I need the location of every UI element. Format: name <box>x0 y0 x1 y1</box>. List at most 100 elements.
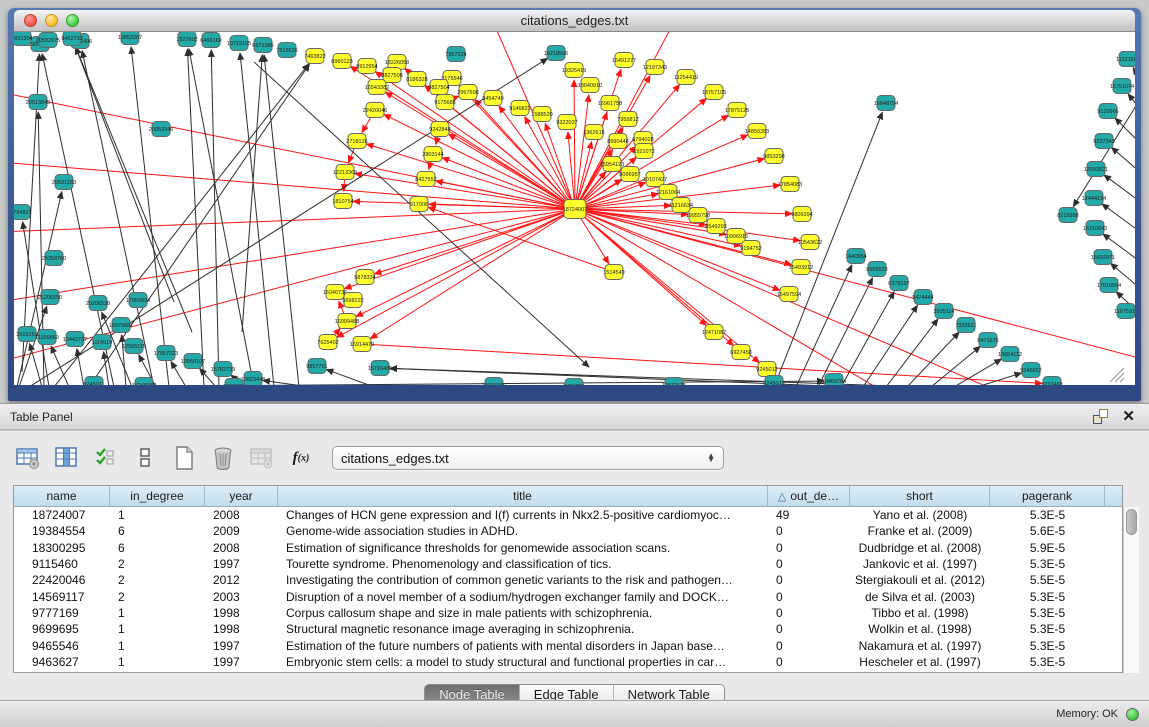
graph-node[interactable]: 12213369 <box>333 165 357 180</box>
graph-node[interactable]: 9194752 <box>740 241 761 256</box>
table-cell[interactable]: 1 <box>110 507 205 523</box>
table-cell[interactable]: 5.5E-5 <box>990 572 1105 588</box>
table-cell[interactable]: 1998 <box>205 621 278 637</box>
table-cell[interactable]: 2012 <box>205 572 278 588</box>
table-cell[interactable]: 9465546 <box>14 637 110 653</box>
graph-node[interactable]: 16782739 <box>211 362 235 377</box>
table-cell[interactable]: Embryonic stem cells: a model to study s… <box>278 654 768 670</box>
column-header-year[interactable]: year <box>205 486 278 506</box>
table-cell[interactable]: Genome-wide association studies in ADHD. <box>278 523 768 539</box>
table-cell[interactable]: 0 <box>768 556 850 572</box>
graph-node[interactable]: 15954123 <box>600 157 624 172</box>
graph-node[interactable]: 15716485 <box>368 361 392 376</box>
graph-node[interactable]: 20206528 <box>86 296 110 311</box>
table-cell[interactable]: 6 <box>110 540 205 556</box>
table-cell[interactable]: 1998 <box>205 605 278 621</box>
graph-node[interactable]: 9857791 <box>306 359 327 374</box>
graph-node[interactable]: 9322037 <box>556 115 577 130</box>
graph-node[interactable]: 7515526 <box>276 43 297 58</box>
table-cell[interactable]: 5.3E-5 <box>990 605 1105 621</box>
table-cell[interactable]: 1 <box>110 621 205 637</box>
graph-node[interactable]: 17854083 <box>778 177 802 192</box>
table-row[interactable]: 1456911722003Disruption of a novel membe… <box>14 588 1122 604</box>
table-cell[interactable]: 2 <box>110 588 205 604</box>
graph-node[interactable]: 5878334 <box>354 270 375 285</box>
table-cell[interactable]: 1997 <box>205 637 278 653</box>
table-cell[interactable]: 0 <box>768 540 850 556</box>
graph-node[interactable]: 12093821 <box>1084 162 1108 177</box>
select-rows-icon[interactable] <box>92 444 120 472</box>
table-row[interactable]: 911546021997Tourette syndrome. Phenomeno… <box>14 556 1122 572</box>
table-cell[interactable]: Estimation of the future numbers of pati… <box>278 637 768 653</box>
graph-node[interactable]: 25358760 <box>42 251 66 266</box>
table-cell[interactable]: 2003 <box>205 588 278 604</box>
graph-node[interactable]: 8186328 <box>406 72 427 87</box>
graph-node[interactable]: 12823448 <box>241 372 265 386</box>
new-file-icon[interactable] <box>170 444 198 472</box>
table-cell[interactable]: 14569117 <box>14 588 110 604</box>
graph-node[interactable]: 16543382 <box>365 80 389 95</box>
graph-node[interactable]: 5698222 <box>342 293 363 308</box>
graph-node[interactable]: 1831304 <box>14 32 33 46</box>
graph-node[interactable]: 8215958 <box>1057 208 1078 223</box>
graph-node[interactable]: 15751074 <box>1110 79 1134 94</box>
graph-node[interactable]: 9245013 <box>763 376 784 386</box>
graph-node[interactable]: 19955798 <box>686 208 710 223</box>
table-cell[interactable]: 0 <box>768 637 850 653</box>
table-cell[interactable]: 1997 <box>205 654 278 670</box>
table-cell[interactable]: 9699695 <box>14 621 110 637</box>
graph-node[interactable]: 1810754 <box>332 194 353 209</box>
table-cell[interactable]: 2 <box>110 572 205 588</box>
graph-node[interactable]: 7463822 <box>304 49 325 64</box>
graph-node[interactable]: 18640910 <box>578 78 602 93</box>
table-cell[interactable]: Yano et al. (2008) <box>850 507 990 523</box>
graph-node[interactable]: 8427552 <box>415 172 436 187</box>
graph-node[interactable]: 8096957 <box>619 167 640 182</box>
graph-node[interactable]: 7625402 <box>317 335 338 350</box>
graph-node[interactable]: 1114519 <box>92 335 113 350</box>
graph-node[interactable]: 15497594 <box>777 287 801 302</box>
scrollbar-thumb[interactable] <box>1126 509 1137 535</box>
close-panel-icon[interactable]: ✕ <box>1122 409 1135 424</box>
table-cell[interactable]: Corpus callosum shape and size in male p… <box>278 605 768 621</box>
graph-node[interactable]: 18316930 <box>482 378 506 386</box>
graph-node[interactable]: 10543622 <box>798 235 822 250</box>
graph-node[interactable]: 9461295 <box>563 379 584 386</box>
graph-node[interactable]: 9474444 <box>912 290 933 305</box>
graph-node[interactable]: 9245012 <box>756 362 777 377</box>
hub-node[interactable]: 18724007 <box>563 200 587 219</box>
graph-node[interactable]: 12197343 <box>643 60 667 75</box>
table-vertical-scrollbar[interactable] <box>1123 507 1139 673</box>
graph-node[interactable]: 1362615 <box>583 125 604 140</box>
table-settings-icon[interactable] <box>14 444 42 472</box>
graph-node[interactable]: 9462733 <box>61 32 82 46</box>
graph-node[interactable]: 8454749 <box>482 91 503 106</box>
graph-node[interactable]: 12444134 <box>1082 191 1106 206</box>
table-cell[interactable]: 1 <box>110 637 205 653</box>
graph-node[interactable]: 9129966 <box>1097 104 1118 119</box>
graph-node[interactable]: 8912954 <box>356 59 377 74</box>
table-cell[interactable]: 5.9E-5 <box>990 540 1105 556</box>
graph-node[interactable]: 10853287 <box>118 32 142 45</box>
graph-node[interactable]: 7957224 <box>445 47 466 62</box>
graph-node[interactable]: 9227343 <box>1093 134 1114 149</box>
graph-node[interactable]: 19975887 <box>109 318 133 333</box>
graph-node[interactable]: 1588520 <box>531 107 552 122</box>
minimize-window-button[interactable] <box>45 14 58 27</box>
graph-node[interactable]: 16648794 <box>874 96 898 111</box>
graph-node[interactable]: 17875125 <box>725 103 749 118</box>
table-cell[interactable]: 5.3E-5 <box>990 507 1105 523</box>
resize-grip-icon[interactable] <box>1110 368 1124 382</box>
table-cell[interactable]: 18724007 <box>14 507 110 523</box>
graph-node[interactable]: 19218506 <box>544 46 568 61</box>
graph-node[interactable]: 16914479 <box>350 337 374 352</box>
table-cell[interactable]: Nakamura et al. (1997) <box>850 637 990 653</box>
graph-node[interactable]: 8960123 <box>331 54 352 69</box>
graph-node[interactable]: 6466160 <box>200 33 221 48</box>
table-row[interactable]: 969969511998Structural magnetic resonanc… <box>14 621 1122 637</box>
table-cell[interactable]: Estimation of significance thresholds fo… <box>278 540 768 556</box>
graph-node[interactable]: 8471676 <box>977 333 998 348</box>
table-cell[interactable]: 0 <box>768 588 850 604</box>
graph-node[interactable]: 17016504 <box>1097 278 1121 293</box>
graph-node[interactable]: 11254419 <box>674 70 698 85</box>
